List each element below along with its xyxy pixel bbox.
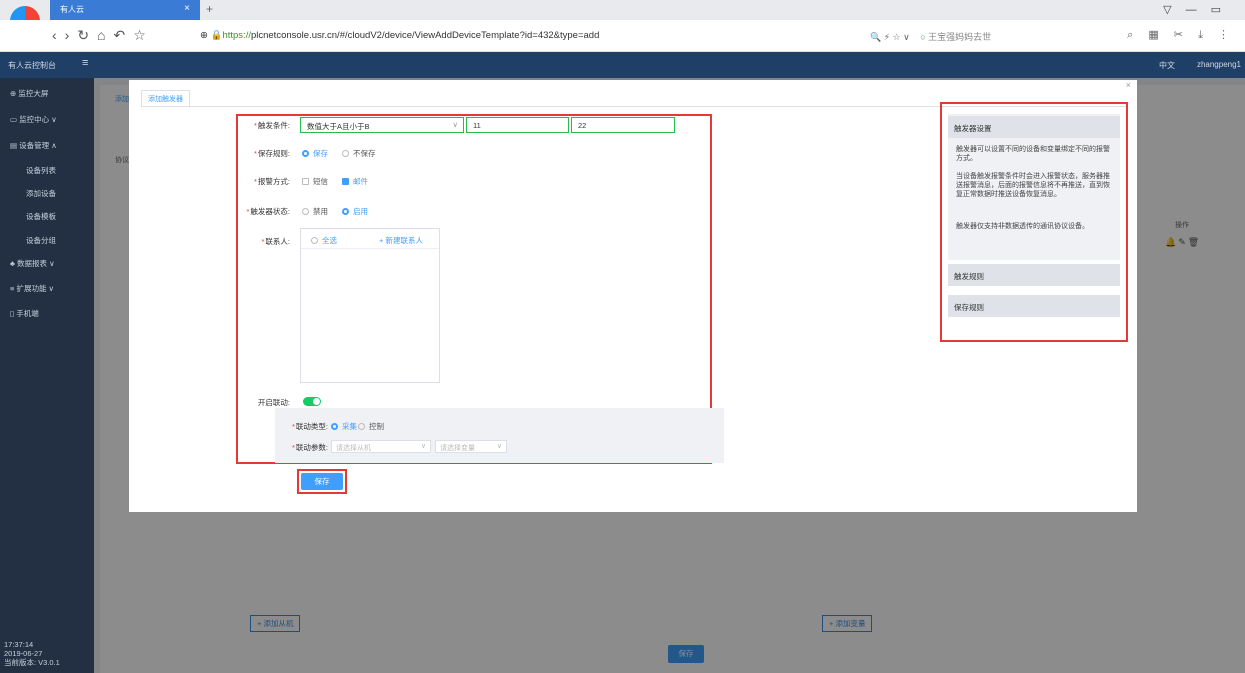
app-brand: 有人云控制台 bbox=[8, 61, 56, 70]
save-rule-save-radio[interactable]: 保存 bbox=[302, 148, 328, 159]
new-tab-button[interactable]: + bbox=[206, 2, 213, 16]
trigger-condition-label: *触发条件: bbox=[253, 121, 290, 130]
url-field[interactable]: ⊕ 🔒https://plcnetconsole.usr.cn/#/cloudV… bbox=[200, 30, 599, 41]
linkage-toggle[interactable] bbox=[303, 397, 321, 406]
help-trigger-rules-title[interactable]: 触发规则 bbox=[948, 264, 1120, 286]
sidebar: ⊕ 监控大屏 ▭ 监控中心 ∨ ▤ 设备管理 ∧ 设备列表 添加设备 设备模板 … bbox=[0, 78, 94, 673]
slave-select[interactable]: 请选择从机 ∨ bbox=[331, 440, 431, 453]
sidebar-item-device-template[interactable]: 设备模板 bbox=[26, 211, 56, 222]
variable-select[interactable]: 请选择变量 ∨ bbox=[435, 440, 507, 453]
user-name[interactable]: zhangpeng1 bbox=[1197, 60, 1241, 69]
url-scheme: https:// bbox=[222, 30, 251, 41]
sidebar-footer: 17:37:14 2019-06-27 当前版本: V3.0.1 bbox=[4, 640, 60, 667]
toolbar-icons[interactable]: ⌕ ▦ ✂ ⤓ ⋮ bbox=[1127, 28, 1235, 42]
chevron-down-icon: ∨ bbox=[496, 443, 502, 450]
state-disabled-radio[interactable]: 禁用 bbox=[302, 206, 328, 217]
hot-search: ○ 王宝强妈妈去世 bbox=[920, 32, 992, 42]
sidebar-item-mobile[interactable]: ▯ 手机端 bbox=[10, 308, 39, 319]
alarm-email-checkbox[interactable]: 邮件 bbox=[342, 176, 368, 187]
lock-icon: 🔒 bbox=[210, 30, 223, 41]
trigger-state-label: *触发器状态: bbox=[246, 207, 290, 216]
trigger-condition-select[interactable]: 数值大于A且小于B ∨ bbox=[300, 117, 464, 133]
help-paragraph-3: 触发器仅支持非数据透传的通讯协议设备。 bbox=[956, 223, 1089, 230]
contacts-divider bbox=[301, 248, 439, 249]
clock-date: 2019-06-27 bbox=[4, 649, 43, 658]
browser-tabbar: 有人云 × + ▽—▭ bbox=[0, 0, 1245, 20]
save-rule-nosave-radio[interactable]: 不保存 bbox=[342, 148, 376, 159]
state-enabled-radio[interactable]: 启用 bbox=[342, 206, 368, 217]
linkage-type-label: *联动类型: bbox=[291, 422, 328, 431]
value-a-input[interactable]: 11 bbox=[466, 117, 569, 133]
sidebar-item-device-mgmt[interactable]: ▤ 设备管理 ∧ bbox=[10, 140, 57, 151]
app-header: 有人云控制台 ≡ 中文 zhangpeng1 bbox=[0, 52, 1245, 78]
save-button-highlight: 保存 bbox=[297, 469, 347, 494]
linkage-params-label: *联动参数: bbox=[291, 443, 328, 452]
save-rule-label: *保存规则: bbox=[253, 149, 290, 158]
tab-close-icon[interactable]: × bbox=[184, 3, 190, 14]
save-button[interactable]: 保存 bbox=[301, 473, 343, 490]
sidebar-item-monitor[interactable]: ▭ 监控中心 ∨ bbox=[10, 114, 57, 125]
linkage-control-radio[interactable]: 控制 bbox=[358, 421, 384, 432]
value-b-input[interactable]: 22 bbox=[571, 117, 675, 133]
sidebar-item-device-list[interactable]: 设备列表 bbox=[26, 165, 56, 176]
close-icon[interactable]: × bbox=[1126, 80, 1131, 90]
address-bar: ‹›↻⌂↶☆ ⊕ 🔒https://plcnetconsole.usr.cn/#… bbox=[0, 20, 1245, 52]
contacts-label: *联系人: bbox=[261, 237, 290, 246]
select-all-checkbox[interactable]: 全选 bbox=[311, 235, 337, 246]
sidebar-item-dashboard[interactable]: ⊕ 监控大屏 bbox=[10, 88, 48, 99]
tab-add-trigger[interactable]: 添加触发器 bbox=[141, 90, 190, 106]
browser-tab[interactable]: 有人云 × bbox=[50, 0, 200, 20]
linkage-panel bbox=[275, 408, 724, 463]
nav-buttons[interactable]: ‹›↻⌂↶☆ bbox=[52, 27, 154, 44]
contacts-list[interactable]: 全选 + 新建联系人 bbox=[300, 228, 440, 383]
chevron-down-icon: ∨ bbox=[420, 443, 426, 450]
alarm-method-label: *报警方式: bbox=[253, 177, 290, 186]
clock-time: 17:37:14 bbox=[4, 640, 34, 649]
url-text: plcnetconsole.usr.cn/#/cloudV2/device/Vi… bbox=[250, 30, 600, 41]
tab-title: 有人云 bbox=[60, 5, 84, 14]
help-trigger-settings-title[interactable]: 触发器设置 bbox=[948, 116, 1120, 138]
new-contact-button[interactable]: + 新建联系人 bbox=[379, 235, 423, 246]
window-controls[interactable]: ▽—▭ bbox=[1163, 3, 1235, 16]
menu-toggle-icon[interactable]: ≡ bbox=[82, 57, 88, 69]
address-actions[interactable]: 🔍 ⚡ ☆ ∨ ○ 王宝强妈妈去世 bbox=[870, 30, 991, 43]
sidebar-item-extensions[interactable]: ≡ 扩展功能 ∨ bbox=[10, 283, 54, 294]
sidebar-item-reports[interactable]: ♣ 数据报表 ∨ bbox=[10, 258, 55, 269]
language-switch[interactable]: 中文 bbox=[1159, 60, 1175, 71]
version-text: 当前版本: V3.0.1 bbox=[4, 658, 60, 667]
linkage-collect-radio[interactable]: 采集 bbox=[331, 421, 357, 432]
alarm-sms-checkbox[interactable]: 短信 bbox=[302, 176, 328, 187]
sidebar-item-device-group[interactable]: 设备分组 bbox=[26, 235, 56, 246]
linkage-label: 开启联动: bbox=[257, 398, 290, 407]
help-save-rules-title[interactable]: 保存规则 bbox=[948, 295, 1120, 317]
help-paragraph-1: 触发器可以设置不同的设备和变量绑定不同的报警方式。 bbox=[956, 146, 1110, 162]
sidebar-item-add-device[interactable]: 添加设备 bbox=[26, 188, 56, 199]
chevron-down-icon: ∨ bbox=[452, 120, 459, 129]
help-paragraph-2: 当设备触发报警条件时会进入报警状态，服务器推送报警消息，后面的报警信息将不再推送… bbox=[956, 173, 1110, 198]
